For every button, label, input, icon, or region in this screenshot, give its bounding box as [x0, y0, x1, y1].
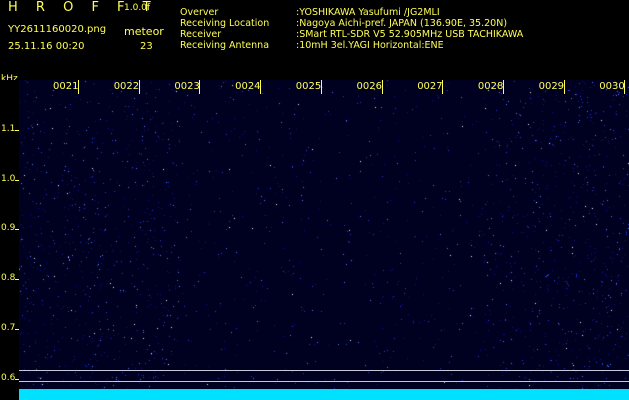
header: H R O F F T 1.0.0f YY2611160020.png mete…: [0, 0, 629, 84]
x-tick: [381, 80, 383, 94]
x-tick: [442, 80, 444, 94]
spectrogram-noise: [19, 80, 629, 400]
x-tick-label: 0028: [477, 81, 504, 92]
x-tick: [199, 80, 201, 94]
y-tick-label: 1.1: [1, 124, 16, 134]
x-tick-label: 0021: [53, 81, 79, 92]
receiver-value: :SMart RTL-SDR V5 52.905MHz USB TACHIKAW…: [296, 29, 524, 40]
x-tick-label: 0023: [174, 81, 200, 92]
x-tick: [260, 80, 262, 94]
x-tick: [563, 80, 565, 94]
y-tick-label: 0.8: [1, 273, 16, 283]
location-label: Receiving Location: [180, 18, 270, 29]
meteor-label: meteor: [124, 25, 164, 38]
reference-line-upper: [19, 370, 629, 371]
y-tick-label: 0.6: [1, 373, 16, 383]
y-tick: [15, 130, 19, 131]
x-tick-label: 0030: [599, 81, 625, 92]
x-tick: [624, 80, 626, 94]
y-tick: [15, 229, 19, 230]
x-tick: [78, 80, 79, 94]
x-tick: [320, 80, 322, 94]
receiver-label: Receiver: [180, 29, 222, 40]
date-time: 25.11.16 00:20: [8, 41, 85, 52]
x-tick: [502, 80, 504, 94]
y-tick: [15, 379, 19, 380]
x-tick-label: 0026: [356, 81, 382, 92]
file-name: YY2611160020.png: [8, 24, 107, 35]
x-tick-label: 0027: [417, 81, 443, 92]
x-tick-label: 0025: [295, 81, 322, 92]
noise-floor: [19, 389, 629, 400]
app-version: 1.0.0f: [124, 3, 151, 13]
reference-line-lower: [19, 381, 629, 382]
y-tick-label: 0.7: [1, 323, 16, 333]
y-tick-label: 1.0: [1, 174, 16, 184]
y-tick: [15, 180, 19, 181]
location-value: :Nagoya Aichi-pref. JAPAN (136.90E, 35.2…: [296, 18, 508, 29]
observer-value: :YOSHIKAWA Yasufumi /JG2MLI: [296, 7, 440, 18]
x-tick: [138, 80, 140, 94]
y-tick-label: 0.9: [1, 223, 16, 233]
y-tick: [15, 279, 19, 280]
x-tick-label: 0024: [235, 81, 261, 92]
meteor-count: 23: [140, 41, 153, 52]
x-tick-label: 0022: [113, 81, 140, 92]
antenna-label: Receiving Antenna: [180, 40, 270, 51]
observer-label: Overver: [180, 7, 219, 18]
spectrogram: [19, 80, 629, 400]
x-tick-label: 0029: [538, 81, 565, 92]
y-tick: [15, 329, 19, 330]
antenna-value: :10mH 3el.YAGI Horizontal:ENE: [296, 40, 444, 51]
